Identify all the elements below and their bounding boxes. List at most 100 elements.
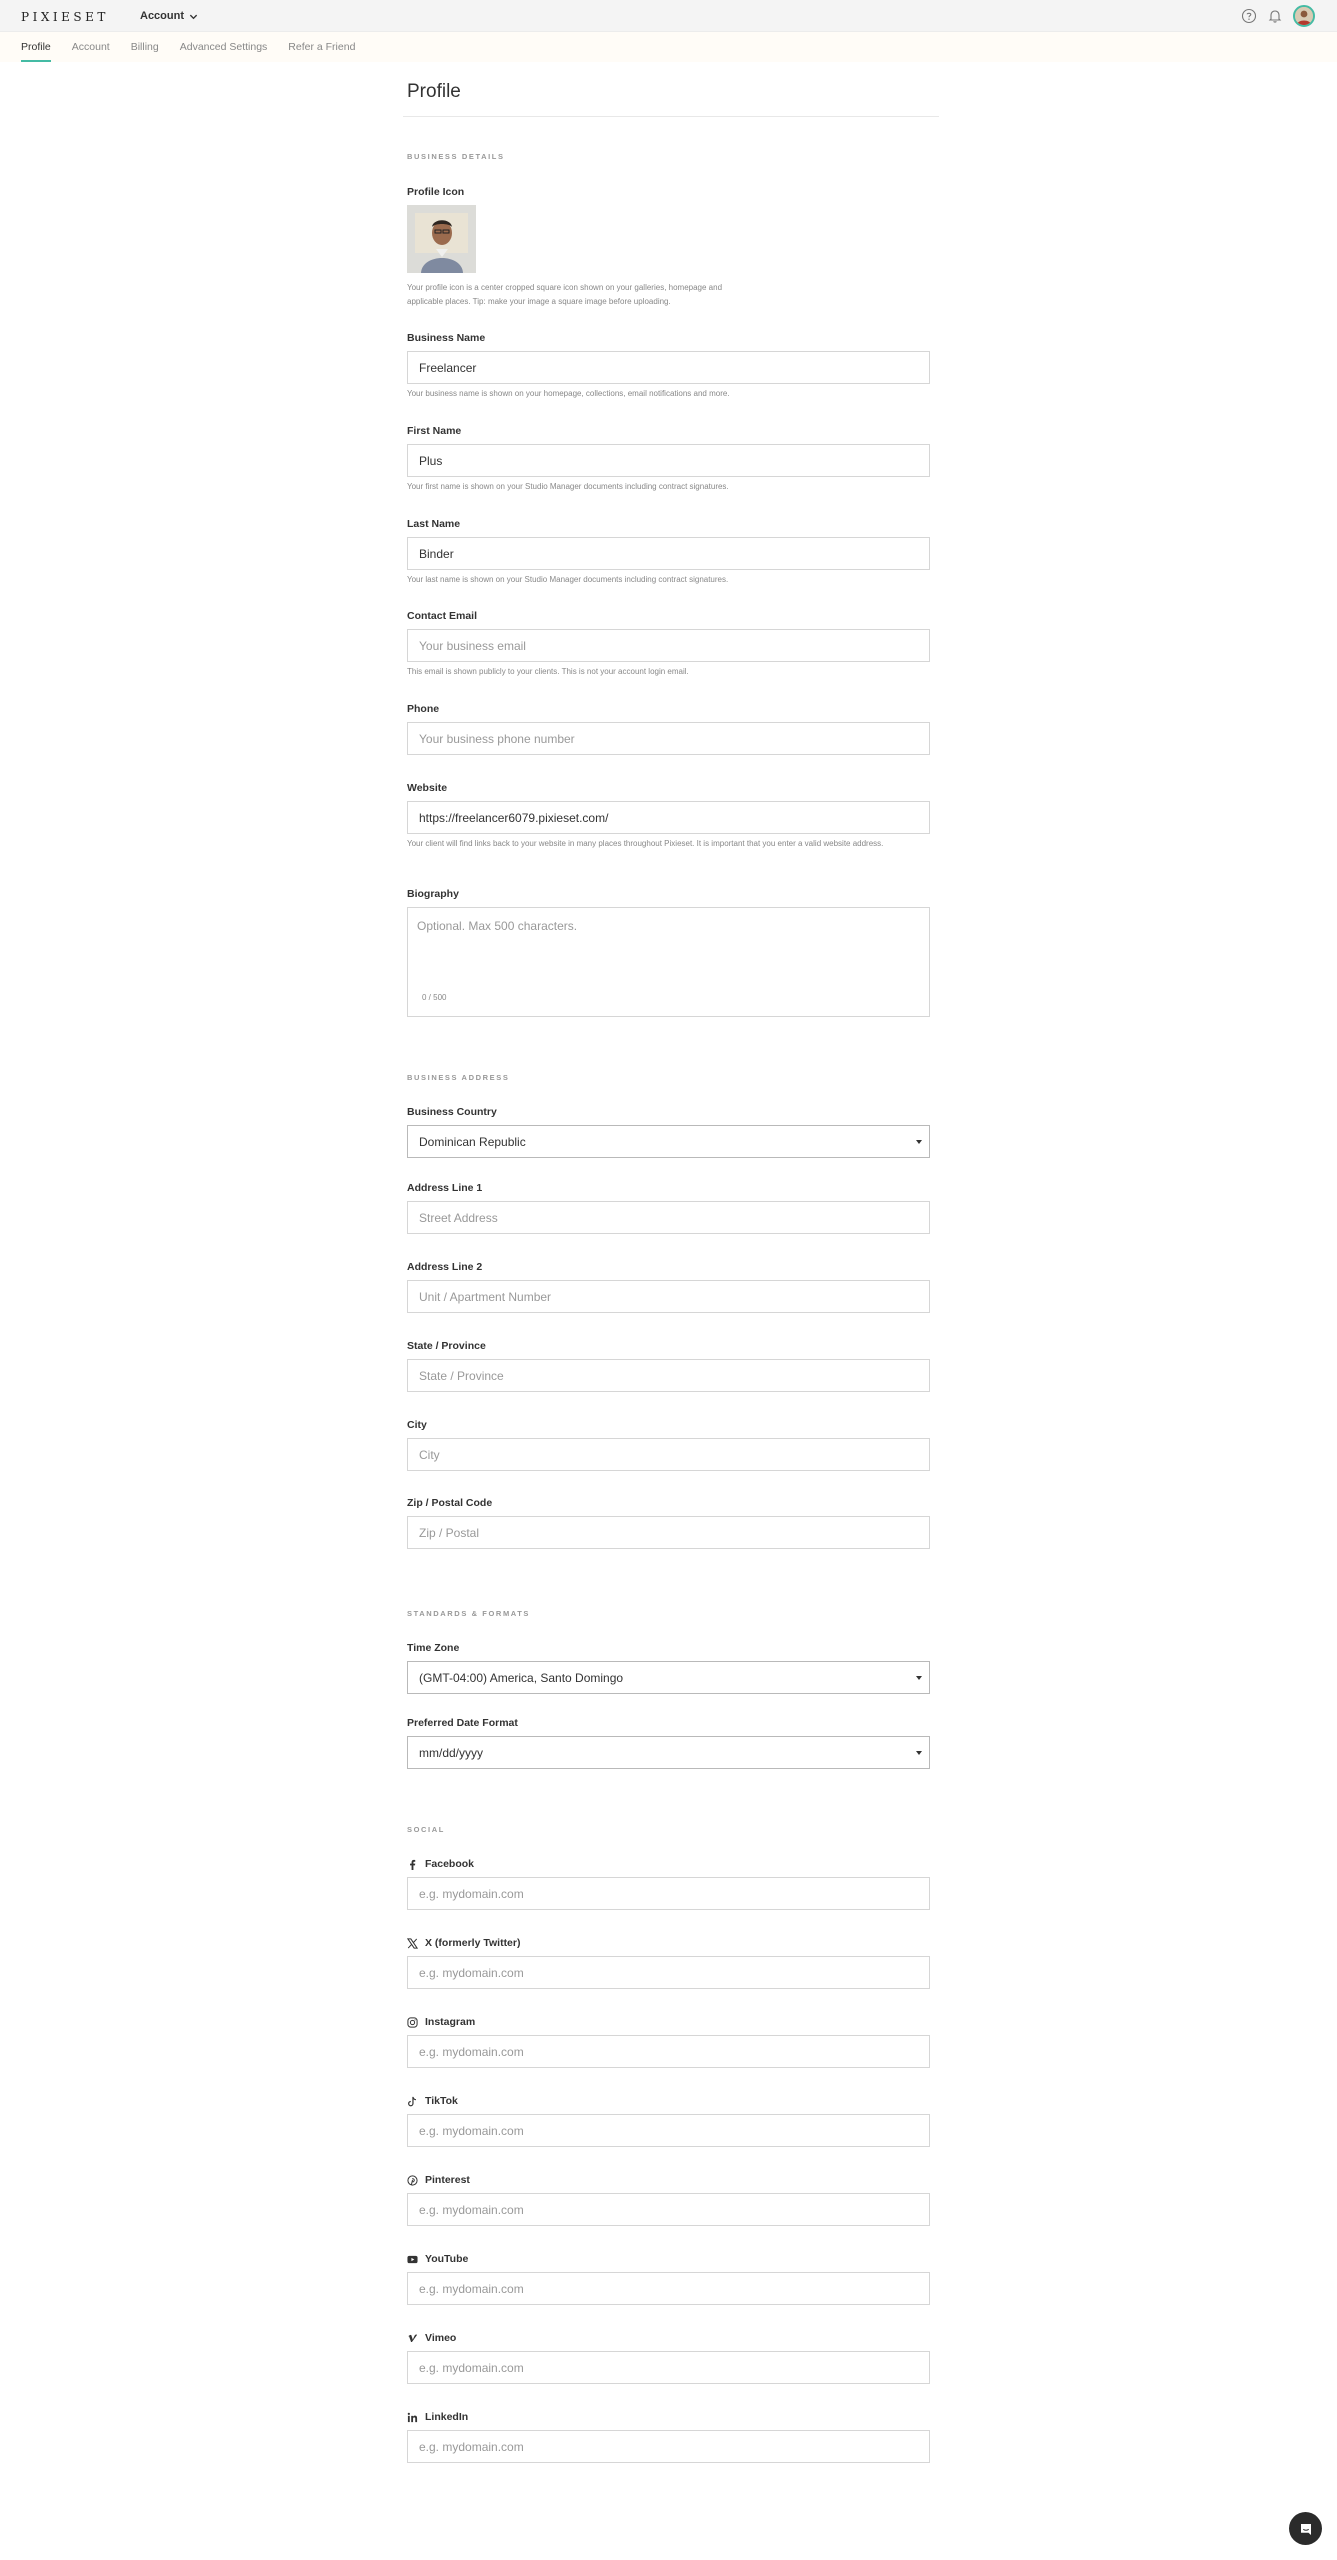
last-name-label-text: Last Name [407,518,461,530]
profile-icon-help: Your profile icon is a center cropped sq… [407,283,723,306]
tiktok-input[interactable] [407,2114,930,2147]
contact-email-input[interactable] [407,629,930,662]
profile-icon-label: Profile Icon [407,186,464,198]
city-input[interactable] [407,1438,930,1471]
account-menu-label: Account [140,10,184,22]
biography-field: 0 / 500 [407,907,930,1017]
pixieset-logo[interactable]: PIXIESET [21,10,109,24]
business-country-label: Business Country [407,1106,497,1118]
instagram-icon [407,2016,418,2028]
tab-billing[interactable]: Billing [131,32,159,62]
date-format-label: Preferred Date Format [407,1717,518,1729]
business-name-label: Business Name [407,332,485,344]
youtube-input[interactable] [407,2272,930,2305]
avatar[interactable] [1293,5,1315,27]
tab-advanced-settings[interactable]: Advanced Settings [180,32,268,62]
profile-icon-label-text: Profile Icon [407,186,465,198]
section-social: SOCIAL [407,1825,445,1834]
contact-email-label: Contact Email [407,610,477,622]
help-icon[interactable] [1241,8,1257,24]
pinterest-label: Pinterest [407,2174,470,2186]
avatar-image [1295,7,1313,25]
vimeo-label: Vimeo [407,2332,456,2344]
biography-textarea[interactable] [408,908,929,988]
zip-label-text: Zip / Postal Code [407,1497,493,1509]
section-standards-formats: STANDARDS & FORMATS [407,1609,531,1618]
section-business-address: BUSINESS ADDRESS [407,1073,510,1082]
address-line-1-input[interactable] [407,1201,930,1234]
title-divider [403,116,939,117]
top-bar: PIXIESET Account [0,0,1337,32]
state-province-label: State / Province [407,1340,486,1352]
instagram-label: Instagram [407,2016,475,2028]
website-label-text: Website [407,782,448,794]
pinterest-input[interactable] [407,2193,930,2226]
page-title: Profile [407,81,461,102]
chevron-down-icon [189,14,198,19]
business-name-label-text: Business Name [407,332,486,344]
bell-icon[interactable] [1267,8,1283,24]
first-name-input[interactable] [407,444,930,477]
tiktok-icon [408,2096,417,2106]
youtube-icon [407,2255,418,2263]
vimeo-input[interactable] [407,2351,930,2384]
instagram-input[interactable] [407,2035,930,2068]
biography-char-count: 0 / 500 [422,993,447,1002]
city-label-text: City [407,1419,427,1431]
zip-input[interactable] [407,1516,930,1549]
date-format-label-text: Preferred Date Format [407,1717,518,1729]
chat-icon [1300,2523,1311,2535]
facebook-icon [410,1859,416,1870]
last-name-input[interactable] [407,537,930,570]
pinterest-label-text: Pinterest [425,2174,470,2186]
address-line-1-label-text: Address Line 1 [407,1182,483,1194]
address-line-1-label: Address Line 1 [407,1182,482,1194]
chat-support-button[interactable] [1289,2512,1322,2545]
city-label: City [407,1419,427,1431]
section-business-details: BUSINESS DETAILS [407,152,505,161]
zip-label: Zip / Postal Code [407,1497,492,1509]
date-format-value: mm/dd/yyyy [419,1745,484,1760]
x-twitter-input[interactable] [407,1956,930,1989]
linkedin-input[interactable] [407,2430,930,2463]
last-name-help: Your last name is shown on your Studio M… [407,575,729,584]
tiktok-label: TikTok [407,2095,458,2107]
biography-label: Biography [407,888,459,900]
contact-email-label-text: Contact Email [407,610,478,622]
vimeo-label-text: Vimeo [425,2332,457,2344]
account-menu[interactable]: Account [140,10,198,22]
state-province-input[interactable] [407,1359,930,1392]
business-name-help: Your business name is shown on your home… [407,389,730,398]
profile-icon-image[interactable] [407,205,476,273]
website-help: Your client will find links back to your… [407,839,884,848]
first-name-label: First Name [407,425,461,437]
website-label: Website [407,782,447,794]
youtube-label-text: YouTube [425,2253,469,2265]
dropdown-caret-icon [916,1676,922,1680]
business-country-label-text: Business Country [407,1106,497,1118]
business-country-select[interactable]: Dominican Republic [407,1125,930,1158]
time-zone-label-text: Time Zone [407,1642,460,1654]
time-zone-select[interactable]: (GMT-04:00) America, Santo Domingo [407,1661,930,1694]
dropdown-caret-icon [916,1140,922,1144]
x-twitter-label-text: X (formerly Twitter) [425,1937,521,1949]
linkedin-label-text: LinkedIn [425,2411,469,2423]
profile-photo [407,205,476,273]
linkedin-icon [407,2412,418,2422]
address-line-2-label: Address Line 2 [407,1261,482,1273]
facebook-label-text: Facebook [425,1858,475,1870]
tab-account[interactable]: Account [72,32,110,62]
settings-tabs: Profile Account Billing Advanced Setting… [0,32,1337,62]
linkedin-label: LinkedIn [407,2411,468,2423]
address-line-2-input[interactable] [407,1280,930,1313]
phone-input[interactable] [407,722,930,755]
instagram-label-text: Instagram [425,2016,476,2028]
website-input[interactable] [407,801,930,834]
tiktok-label-text: TikTok [425,2095,458,2107]
facebook-input[interactable] [407,1877,930,1910]
tab-refer-a-friend[interactable]: Refer a Friend [288,32,355,62]
biography-label-text: Biography [407,888,459,900]
date-format-select[interactable]: mm/dd/yyyy [407,1736,930,1769]
tab-profile[interactable]: Profile [21,32,51,62]
business-name-input[interactable] [407,351,930,384]
